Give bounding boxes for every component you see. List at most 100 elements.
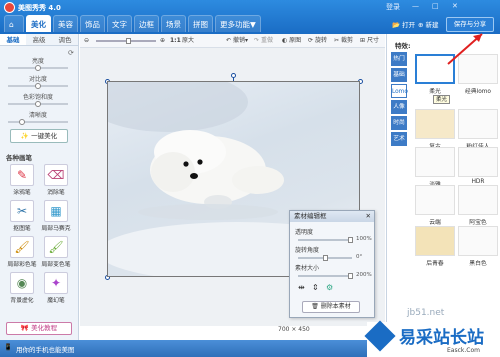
tab-home[interactable]: ⌂	[4, 15, 24, 32]
one-click-beautify-button[interactable]: ✨ 一键美化	[10, 129, 68, 143]
tab-collage[interactable]: 拼图	[188, 15, 213, 32]
crop-label: 裁剪	[340, 37, 353, 44]
pen-label: 局部彩色笔	[7, 262, 37, 268]
partial-color-pen-tool[interactable]: 🖌 局部彩色笔	[6, 236, 38, 270]
canvas-dimensions: 700 × 450	[278, 326, 310, 333]
tab-more[interactable]: 更多功能▼	[215, 15, 261, 32]
left-tabs: 基础 高级 调色	[0, 34, 78, 46]
brightness-knob[interactable]	[35, 65, 41, 71]
rotation-slider[interactable]	[298, 255, 352, 261]
zoom-in-icon[interactable]: ⊕	[160, 36, 165, 46]
size-knob[interactable]	[348, 273, 353, 279]
rotate-button[interactable]: ⟳ 旋转	[308, 36, 327, 46]
tab-decorations[interactable]: 饰品	[80, 15, 105, 32]
cutout-pen-tool[interactable]: ✂ 抠图笔	[6, 200, 38, 234]
minimize-button[interactable]: —	[412, 2, 419, 10]
effect-black-white[interactable]: 黑白色	[457, 226, 499, 267]
magic-pen-tool[interactable]: ✦ 魔幻笔	[40, 272, 72, 306]
recolor-pen-tool[interactable]: 🖌 局部变色笔	[40, 236, 72, 270]
flip-vertical-icon[interactable]: ⇕	[312, 283, 319, 292]
delete-material-button[interactable]: 🗑 删除本素材	[302, 301, 360, 313]
zoom-slider[interactable]	[96, 38, 156, 44]
effect-elegant[interactable]: 淡雅	[414, 147, 456, 188]
maximize-button[interactable]: □	[432, 2, 439, 10]
panel-header[interactable]: 素材编辑框 ✕	[290, 211, 374, 222]
material-edit-panel[interactable]: 素材编辑框 ✕ 透明度 100% 旋转角度 0° 素材大小 200% ⇹ ⇕ ⚙…	[289, 210, 375, 318]
eraser-pen-tool[interactable]: ⌫ 消除笔	[40, 164, 72, 198]
compare-button[interactable]: ◐ 原图	[282, 36, 301, 46]
tab-beautify[interactable]: 美化	[26, 15, 51, 32]
sharpness-knob[interactable]	[19, 119, 25, 125]
category-art[interactable]: 艺术	[391, 132, 407, 146]
sparkle-icon: ✦	[44, 272, 68, 294]
panel-close-icon[interactable]: ✕	[366, 211, 371, 222]
effect-cloud[interactable]: 云端	[414, 185, 456, 226]
new-button[interactable]: ⊕ 新建	[418, 19, 439, 31]
effect-pink-lady[interactable]: 粉红佳人	[457, 109, 499, 150]
pen-label: 局部变色笔	[41, 262, 71, 268]
effect-label: 后青春	[426, 261, 444, 267]
material-settings-icon[interactable]: ⚙	[326, 283, 333, 292]
tab-color[interactable]: 调色	[52, 34, 78, 45]
effect-hdr[interactable]: HDR	[457, 147, 499, 185]
effect-abao[interactable]: 阿宝色	[457, 185, 499, 226]
tutorial-button[interactable]: 🎀 美化教程	[6, 322, 72, 335]
size-slider[interactable]	[298, 273, 353, 279]
tab-basic[interactable]: 基础	[0, 34, 26, 45]
tab-frames[interactable]: 边框	[134, 15, 159, 32]
open-button[interactable]: 📂 打开	[392, 19, 415, 31]
saturation-slider[interactable]: 色彩饱和度	[8, 92, 68, 107]
rotate-handle[interactable]	[231, 73, 236, 78]
arrow-annotation	[447, 33, 483, 65]
undo-button[interactable]: ↶ 撤销▾	[226, 36, 248, 46]
effect-thumbnail	[458, 109, 498, 139]
size-value: 200%	[356, 272, 372, 278]
effect-post-youth[interactable]: 后青春	[414, 226, 456, 267]
close-button[interactable]: ✕	[452, 2, 458, 10]
pen-label: 抠图笔	[13, 226, 31, 232]
effect-label: 经典lomo	[465, 89, 491, 95]
crop-button[interactable]: ✂ 裁剪	[334, 36, 353, 46]
login-link[interactable]: 登录	[386, 2, 400, 12]
original-size-button[interactable]: 原大	[182, 36, 194, 46]
opacity-slider[interactable]	[298, 237, 353, 243]
blur-icon: ◉	[10, 272, 34, 294]
effect-thumbnail	[415, 109, 455, 139]
effect-label: 黑白色	[469, 261, 487, 267]
opacity-knob[interactable]	[348, 237, 353, 243]
category-lomo[interactable]: Lomo	[391, 84, 408, 98]
tab-advanced[interactable]: 高级	[26, 34, 52, 45]
mosaic-pen-tool[interactable]: ▦ 局部马赛克	[40, 200, 72, 234]
tab-text[interactable]: 文字	[107, 15, 132, 32]
saturation-knob[interactable]	[35, 101, 41, 107]
zoom-ratio[interactable]: 1:1	[170, 36, 181, 46]
category-basic[interactable]: 基础	[391, 68, 407, 82]
redo-button[interactable]: ↷ 重做	[254, 36, 273, 46]
contrast-knob[interactable]	[35, 83, 41, 89]
zoom-knob[interactable]	[126, 38, 131, 44]
reset-icon[interactable]: ⟳	[68, 49, 74, 57]
flip-horizontal-icon[interactable]: ⇹	[298, 283, 305, 292]
sharpness-slider[interactable]: 清晰度	[8, 110, 68, 125]
brightness-slider[interactable]: 亮度	[8, 56, 68, 71]
category-hot[interactable]: 热门	[391, 52, 407, 66]
effect-categories: 热门 基础 Lomo 人像 时尚 艺术	[391, 52, 408, 148]
tab-face[interactable]: 美容	[53, 15, 78, 32]
category-fashion[interactable]: 时尚	[391, 116, 407, 130]
eraser-pen-icon: ⌫	[44, 164, 68, 186]
effect-thumbnail	[458, 147, 498, 177]
pen-label: 涂鸦笔	[13, 190, 31, 196]
pen-label: 魔幻笔	[47, 298, 65, 304]
category-portrait[interactable]: 人像	[391, 100, 407, 114]
effect-retro[interactable]: 复古	[414, 109, 456, 150]
save-label: 保存与分享	[453, 20, 487, 28]
rotation-knob[interactable]	[323, 255, 328, 261]
tab-scenes[interactable]: 场景	[161, 15, 186, 32]
zoom-out-icon[interactable]: ⊖	[84, 36, 89, 46]
background-blur-tool[interactable]: ◉ 背景虚化	[6, 272, 38, 306]
watermark-logo	[364, 320, 396, 352]
doodle-pen-tool[interactable]: ✎ 涂鸦笔	[6, 164, 38, 198]
contrast-slider[interactable]: 对比度	[8, 74, 68, 89]
undo-label: 撤销	[232, 37, 245, 44]
resize-button[interactable]: ⊞ 尺寸	[360, 36, 379, 46]
